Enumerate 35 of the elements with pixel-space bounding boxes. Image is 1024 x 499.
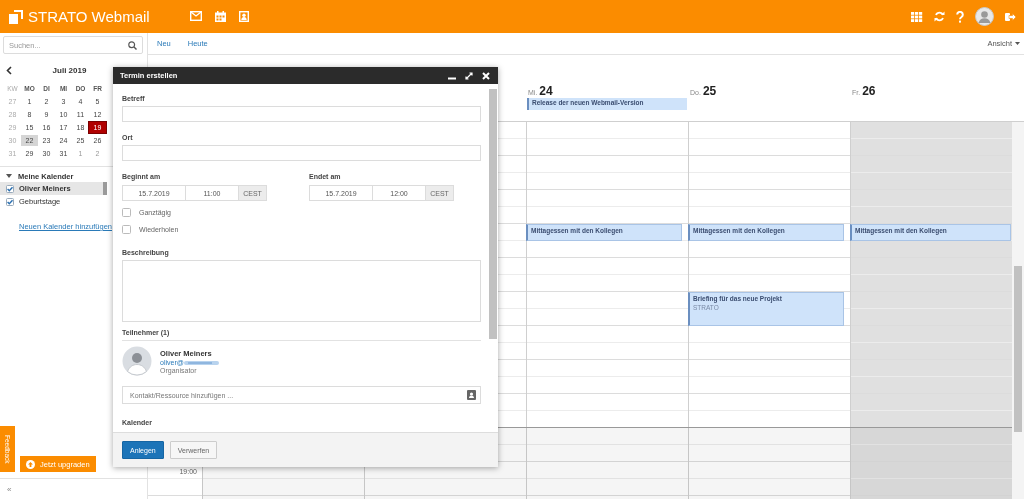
- scrollbar[interactable]: [1012, 122, 1024, 499]
- collapse-sidebar-button[interactable]: «: [7, 484, 12, 494]
- participant-avatar: [122, 346, 152, 376]
- collapse-triangle-icon[interactable]: [6, 173, 12, 179]
- checkbox[interactable]: [122, 207, 131, 217]
- contacts-icon[interactable]: [238, 11, 249, 22]
- close-icon[interactable]: [482, 71, 490, 80]
- mail-icon[interactable]: [189, 11, 202, 21]
- checkbox[interactable]: [6, 197, 14, 206]
- app-brand-text: STRATO Webmail: [28, 8, 150, 25]
- logout-icon[interactable]: [1005, 11, 1016, 22]
- help-icon[interactable]: [956, 10, 964, 23]
- scrollbar-thumb[interactable]: [489, 89, 497, 339]
- upload-circle-icon: [26, 459, 35, 469]
- date-label: 26: [862, 84, 876, 98]
- calendar-icon[interactable]: [214, 11, 226, 22]
- previous-month-icon[interactable]: [6, 65, 12, 75]
- apps-grid-icon[interactable]: [911, 11, 923, 22]
- checkbox[interactable]: [122, 224, 131, 234]
- date-label: 24: [539, 84, 553, 98]
- subject-field[interactable]: [122, 106, 481, 122]
- checkbox[interactable]: [6, 184, 14, 193]
- scrollbar-thumb[interactable]: [1014, 266, 1022, 432]
- logo-icon: [9, 9, 23, 24]
- dropdown-caret-icon: [1015, 42, 1020, 45]
- maximize-icon[interactable]: [465, 71, 473, 80]
- search-icon[interactable]: [128, 40, 137, 50]
- address-book-icon[interactable]: [467, 390, 476, 400]
- description-textarea[interactable]: [122, 260, 481, 322]
- date-label: 25: [702, 84, 717, 98]
- refresh-icon[interactable]: [934, 11, 945, 22]
- month-title: Juli 2019: [51, 65, 88, 75]
- blurred-text-drawing: [183, 359, 219, 366]
- location-field[interactable]: [122, 145, 481, 161]
- user-avatar[interactable]: [975, 7, 994, 26]
